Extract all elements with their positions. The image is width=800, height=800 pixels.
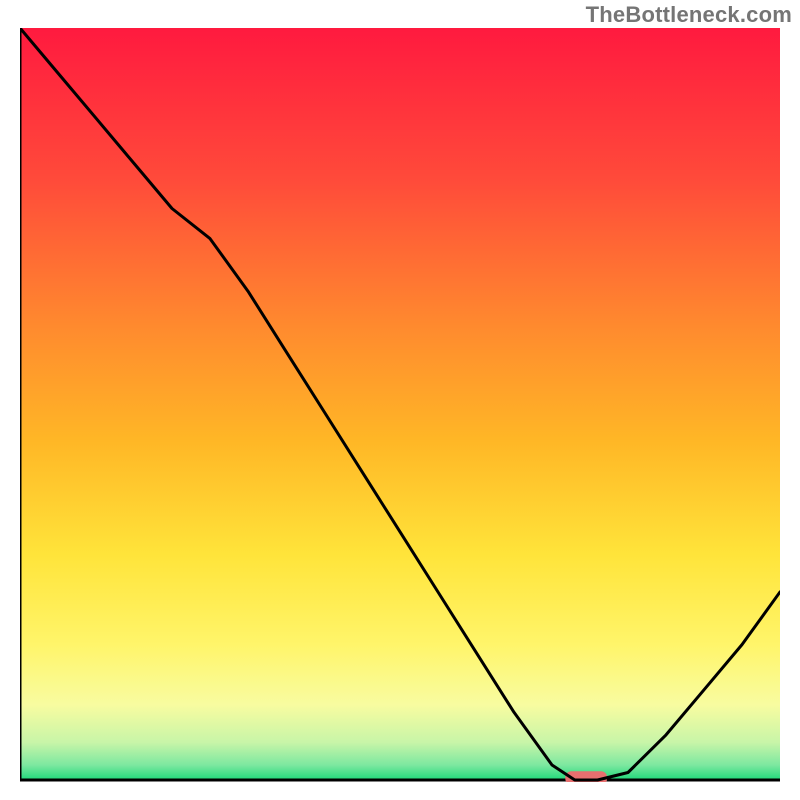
watermark-text: TheBottleneck.com — [586, 2, 792, 28]
chart-container: TheBottleneck.com — [0, 0, 800, 800]
bottleneck-chart — [20, 28, 780, 782]
heat-background — [20, 28, 780, 780]
